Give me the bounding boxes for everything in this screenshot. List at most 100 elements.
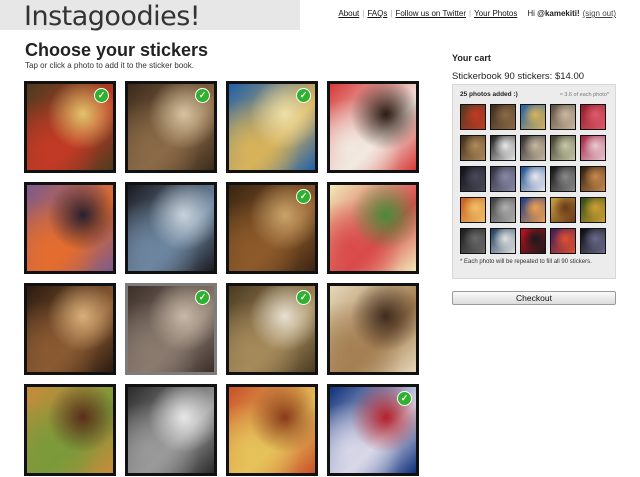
coast-thumb: [491, 229, 515, 253]
cart-thumbnails: [460, 104, 606, 254]
photo-tile[interactable]: ✓: [226, 81, 318, 173]
cart-thumbnail[interactable]: [580, 197, 606, 223]
street-thumb: [551, 105, 575, 129]
keyboard-thumb: [491, 167, 515, 191]
checkmark-icon: ✓: [94, 88, 109, 103]
cart-box: 25 photos added :) ≈ 3.6 of each photo* …: [452, 84, 616, 279]
floral-pattern-photo: [330, 185, 416, 271]
photo-tile[interactable]: [226, 384, 318, 476]
logo[interactable]: Instagoodies!: [24, 1, 201, 32]
photo-tile[interactable]: ✓: [24, 81, 116, 173]
dark-room-thumb: [461, 167, 485, 191]
cart-thumbnail[interactable]: [490, 197, 516, 223]
photo-tile[interactable]: [125, 182, 217, 274]
checkmark-icon: ✓: [195, 88, 210, 103]
cart-repeat-hint: ≈ 3.6 of each photo*: [559, 92, 609, 98]
chalk-board-thumb: [491, 136, 515, 160]
checkout-button[interactable]: Checkout: [452, 291, 616, 305]
cart-thumbnail[interactable]: [550, 104, 576, 130]
skate-thumb: [461, 229, 485, 253]
neon-thumb: [551, 229, 575, 253]
plate-thumb: [521, 136, 545, 160]
restaurant-interior-photo: [27, 286, 113, 372]
cart-thumbnail[interactable]: [580, 228, 606, 254]
cart-thumbnail[interactable]: [550, 228, 576, 254]
cart-thumbnail[interactable]: [460, 228, 486, 254]
cart-thumbnail[interactable]: [520, 197, 546, 223]
cart-thumbnail[interactable]: [490, 166, 516, 192]
cart-title: Your cart: [452, 53, 491, 63]
photo-tile[interactable]: [327, 182, 419, 274]
page-title: Choose your stickers: [25, 40, 209, 60]
top-nav: About | FAQs | Follow us on Twitter | Yo…: [338, 9, 616, 18]
nav-faqs-link[interactable]: FAQs: [367, 9, 387, 18]
cart-thumbnail[interactable]: [550, 197, 576, 223]
blue-pen-thumb: [521, 105, 545, 129]
photo-tile[interactable]: [327, 81, 419, 173]
checkmark-icon: ✓: [296, 290, 311, 305]
light-pattern-photo: [128, 387, 214, 473]
people-street-thumb: [491, 105, 515, 129]
photo-tile[interactable]: [24, 283, 116, 375]
cart-thumbnail[interactable]: [490, 228, 516, 254]
nav-twitter-link[interactable]: Follow us on Twitter: [395, 9, 466, 18]
cart-thumbnail[interactable]: [580, 166, 606, 192]
cart-thumbnail[interactable]: [460, 166, 486, 192]
sunset-thumb: [521, 198, 545, 222]
cart-product-price: Stickerbook 90 stickers: $14.00: [452, 71, 585, 82]
flowers-thumb: [581, 136, 605, 160]
photo-tile[interactable]: [24, 384, 116, 476]
coffee-cup-photo: [128, 185, 214, 271]
photo-tile[interactable]: ✓: [327, 384, 419, 476]
window-girl-photo: [330, 286, 416, 372]
red-drink-thumb: [581, 105, 605, 129]
cart-thumbnail[interactable]: [520, 166, 546, 192]
night-street-thumb: [551, 167, 575, 191]
cart-thumbnail[interactable]: [460, 104, 486, 130]
food-plate-thumb: [461, 105, 485, 129]
signout-link[interactable]: (sign out): [583, 9, 616, 18]
bar-thumb: [581, 167, 605, 191]
photo-tile[interactable]: [24, 182, 116, 274]
photo-tile[interactable]: [125, 384, 217, 476]
soda-thumb: [521, 229, 545, 253]
greeting-text: Hi: [527, 9, 538, 18]
photo-tile[interactable]: ✓: [226, 182, 318, 274]
logo-bar: Instagoodies!: [0, 0, 300, 32]
photo-tile[interactable]: [327, 283, 419, 375]
sky-thumb: [521, 167, 545, 191]
nav-separator: |: [362, 9, 365, 18]
cart-thumbnail[interactable]: [580, 104, 606, 130]
photo-tile[interactable]: ✓: [125, 283, 217, 375]
cart-thumbnail[interactable]: [490, 135, 516, 161]
cart-thumbnail[interactable]: [520, 135, 546, 161]
photo-tile[interactable]: ✓: [226, 283, 318, 375]
user-greeting: Hi @kamekiti!: [527, 9, 579, 18]
nav-about-link[interactable]: About: [338, 9, 359, 18]
nav-separator: |: [469, 9, 472, 18]
nav-your-photos-link[interactable]: Your Photos: [474, 9, 517, 18]
tree-thumb: [581, 198, 605, 222]
cart-thumbnail[interactable]: [520, 228, 546, 254]
pasta-dish-photo: [229, 387, 315, 473]
photo-grid: ✓ ✓ ✓ ✓ ✓ ✓ ✓: [24, 81, 420, 476]
cart-photo-count: 25 photos added :): [460, 91, 518, 98]
table-thumb: [461, 136, 485, 160]
cart-thumbnail[interactable]: [460, 135, 486, 161]
cart-thumbnail[interactable]: [550, 135, 576, 161]
checkmark-icon: ✓: [296, 88, 311, 103]
cart-thumbnail[interactable]: [580, 135, 606, 161]
header: Instagoodies! About | FAQs | Follow us o…: [0, 0, 640, 36]
checkmark-icon: ✓: [195, 290, 210, 305]
cart-thumbnail[interactable]: [460, 197, 486, 223]
cart-thumbnail[interactable]: [490, 104, 516, 130]
toy-figures-photo: [27, 185, 113, 271]
checkmark-icon: ✓: [296, 189, 311, 204]
noodles-thumb: [551, 198, 575, 222]
photo-tile[interactable]: ✓: [125, 81, 217, 173]
sandwich-photo: [27, 387, 113, 473]
evening-thumb: [581, 229, 605, 253]
cart-thumbnail[interactable]: [550, 166, 576, 192]
cart-thumbnail[interactable]: [520, 104, 546, 130]
orange-light-thumb: [461, 198, 485, 222]
